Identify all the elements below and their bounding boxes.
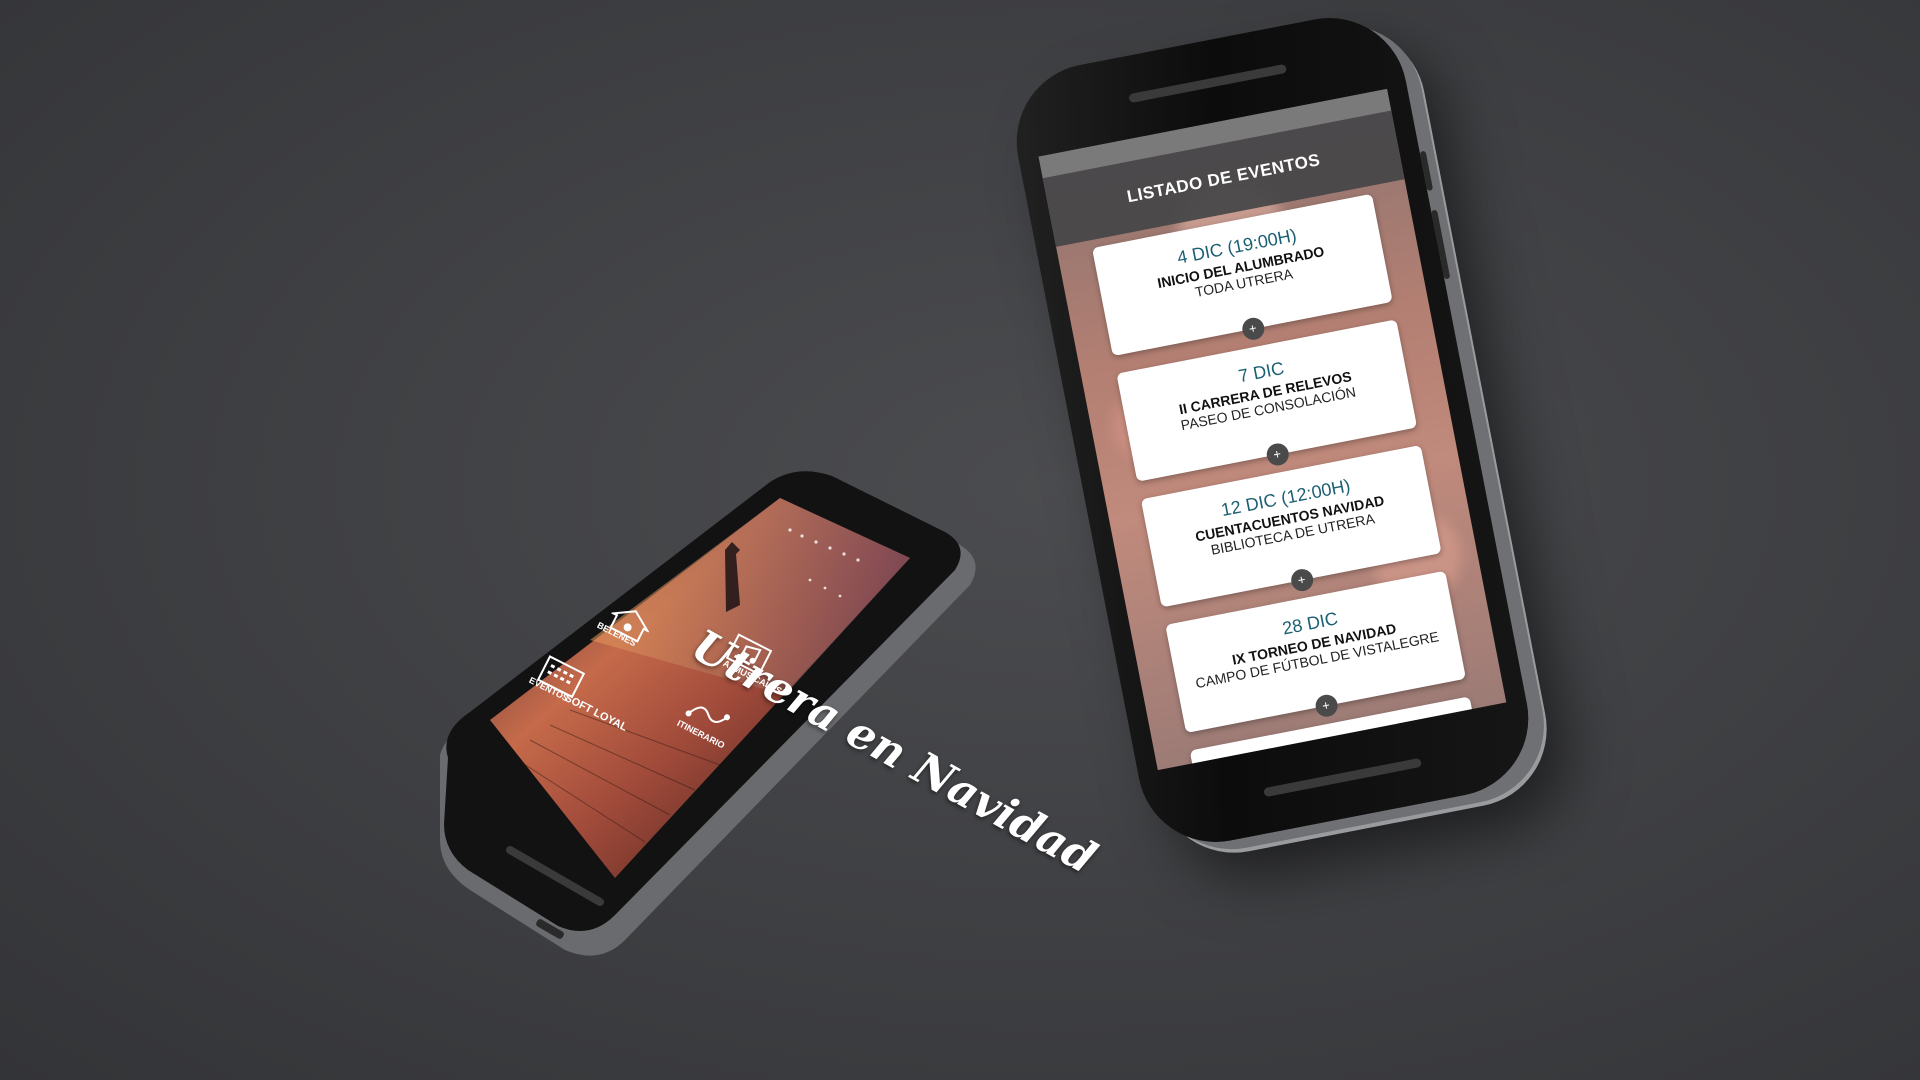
expand-button[interactable]: + [1313,692,1340,719]
expand-button[interactable]: + [1264,441,1291,468]
app-title: LISTADO DE EVENTOS [1125,150,1322,207]
events-screen: LISTADO DE EVENTOS 4 DIC (19:00H) INICIO… [1038,88,1507,771]
mockup-canvas: { "left_phone": { "splash_title": "Utrer… [0,0,1920,1080]
expand-button[interactable]: + [1288,567,1315,594]
expand-button[interactable]: + [1239,315,1266,342]
splash-screen: Utrera en Navidad BELENES EVENTOS A. MUS… [440,470,1104,1000]
brand-logo: SOFT LOYAL [562,692,630,734]
phone-right: LISTADO DE EVENTOS 4 DIC (19:00H) INICIO… [1003,4,1542,856]
